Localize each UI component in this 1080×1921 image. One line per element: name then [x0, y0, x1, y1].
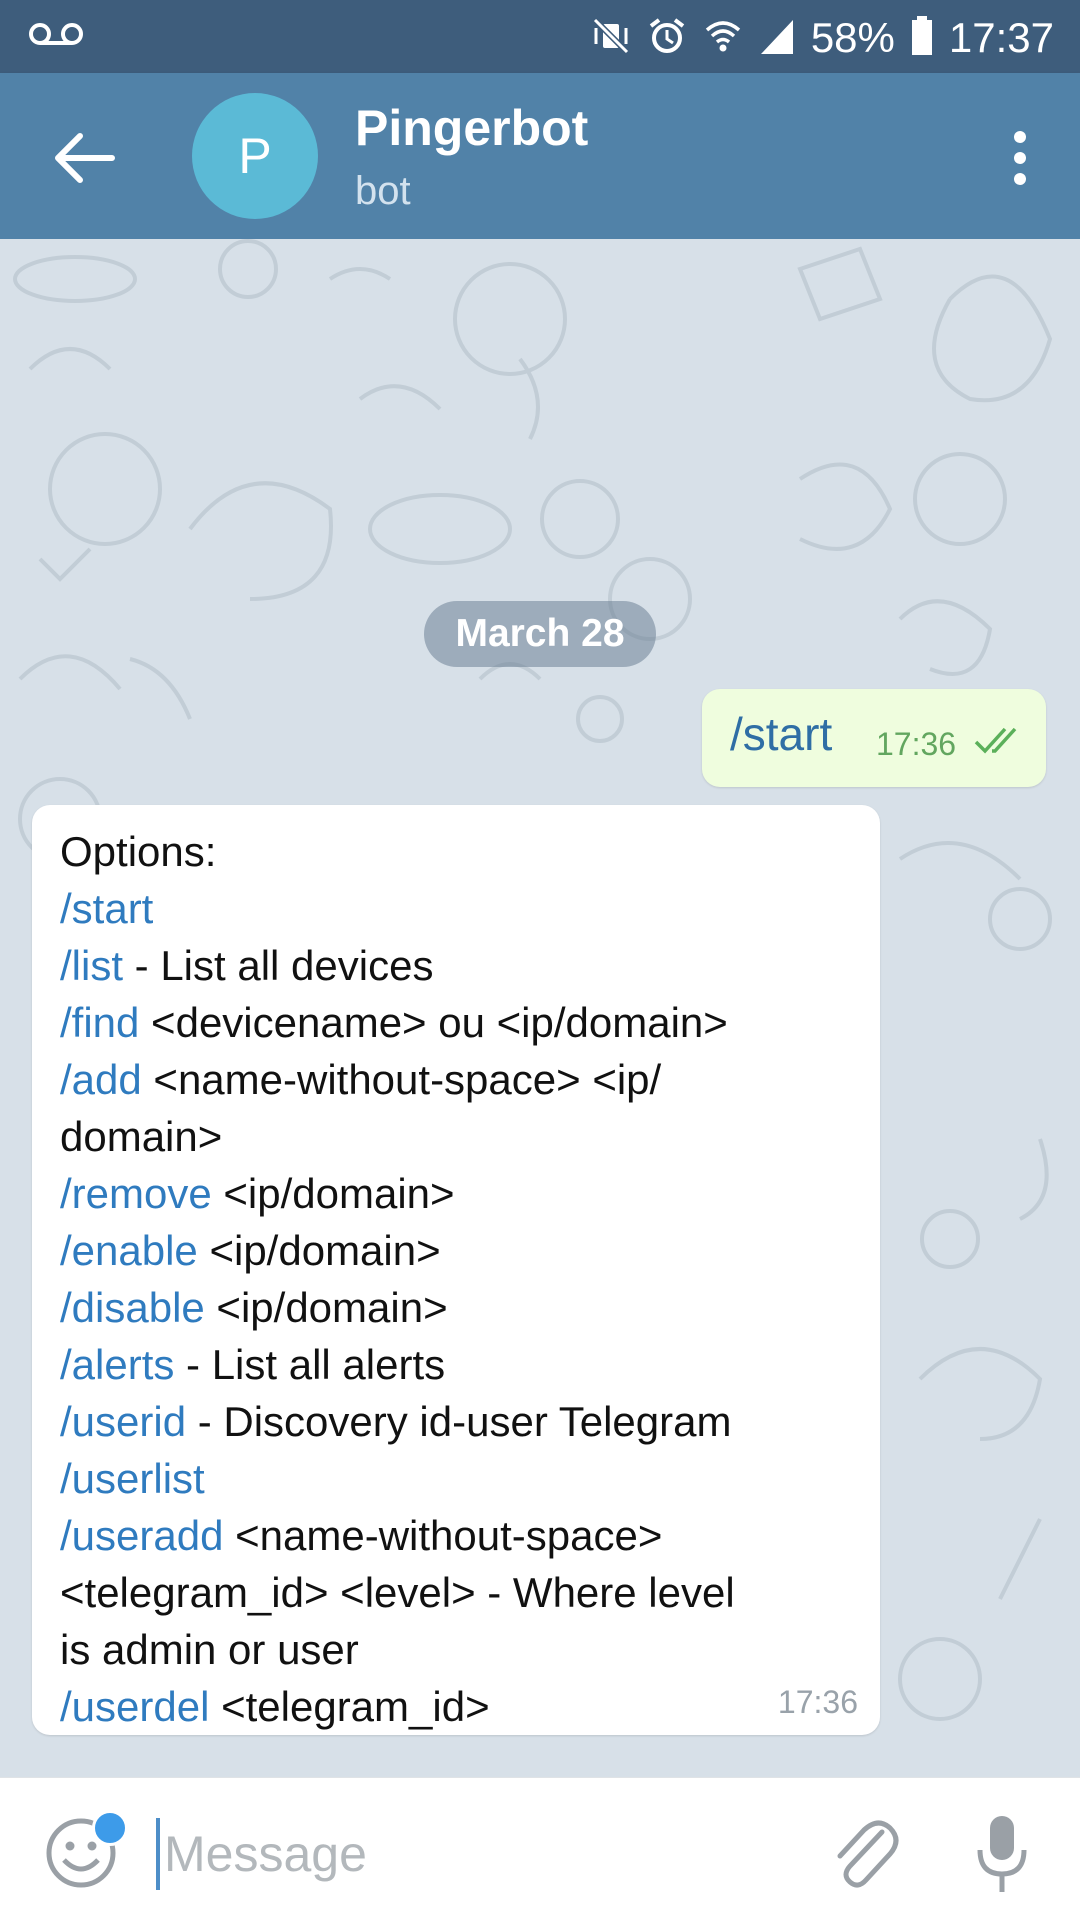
- message-line: /userdel <telegram_id>: [60, 1678, 860, 1735]
- message-line: /userlist: [60, 1450, 860, 1507]
- notification-dot: [92, 1810, 128, 1846]
- outgoing-message[interactable]: /start 17:36: [702, 689, 1046, 787]
- message-line: /enable <ip/domain>: [60, 1222, 860, 1279]
- chat-title[interactable]: Pingerbot: [355, 99, 588, 157]
- message-input[interactable]: [162, 1808, 766, 1900]
- compose-bar: [0, 1777, 1080, 1921]
- mute-vibrate-icon: [591, 16, 631, 61]
- status-bar: 58% 17:37: [0, 0, 1080, 73]
- message-line: /disable <ip/domain>: [60, 1279, 860, 1336]
- message-line: is admin or user: [60, 1621, 860, 1678]
- microphone-icon: [977, 1816, 1027, 1892]
- message-text: Options: /start/list - List all devices/f…: [60, 823, 860, 1735]
- line-text: <name-without-space> <ip/: [141, 1056, 662, 1103]
- bot-command-link[interactable]: /useradd: [60, 1512, 223, 1559]
- bot-command-link[interactable]: /start: [60, 885, 153, 932]
- arrow-left-icon: [55, 133, 115, 183]
- bot-command-link[interactable]: /enable: [60, 1227, 198, 1274]
- double-check-icon: [974, 726, 1024, 761]
- line-text: Options:: [60, 828, 217, 875]
- bot-command-link[interactable]: /list: [60, 942, 123, 989]
- chat-header: P Pingerbot bot: [0, 73, 1080, 239]
- line-text: domain>: [60, 1113, 223, 1160]
- bot-command-link[interactable]: /disable: [60, 1284, 205, 1331]
- chat-subtitle: bot: [355, 169, 411, 213]
- alarm-icon: [647, 16, 687, 61]
- line-text: <devicename> ou <ip/domain>: [139, 999, 728, 1046]
- message-line: domain>: [60, 1108, 860, 1165]
- message-line: /useradd <name-without-space>: [60, 1507, 860, 1564]
- date-separator: March 28: [424, 601, 656, 667]
- message-line: /userid - Discovery id-user Telegram: [60, 1393, 860, 1450]
- incoming-message[interactable]: Options: /start/list - List all devices/f…: [32, 805, 880, 1735]
- bot-command-link[interactable]: /userdel: [60, 1683, 209, 1730]
- more-vertical-icon: [1014, 131, 1026, 185]
- line-text: <telegram_id> <level> - Where level: [60, 1569, 735, 1616]
- bot-command-link[interactable]: /userlist: [60, 1455, 205, 1502]
- clock: 17:37: [948, 14, 1054, 61]
- text-cursor: [156, 1818, 160, 1890]
- line-text: <ip/domain>: [211, 1170, 455, 1217]
- line-text: - Discovery id-user Telegram: [186, 1398, 732, 1445]
- wifi-icon: [703, 16, 743, 61]
- bot-command-link[interactable]: /remove: [60, 1170, 212, 1217]
- bot-command-link[interactable]: /add: [60, 1056, 142, 1103]
- attach-button[interactable]: [828, 1814, 902, 1894]
- signal-icon: [759, 16, 795, 61]
- avatar[interactable]: P: [192, 93, 318, 219]
- message-line: /remove <ip/domain>: [60, 1165, 860, 1222]
- more-options-button[interactable]: [990, 123, 1050, 193]
- line-text: <telegram_id>: [209, 1683, 490, 1730]
- line-text: <name-without-space>: [223, 1512, 663, 1559]
- message-line: Options:: [60, 823, 860, 880]
- message-text: /start: [730, 708, 833, 760]
- message-time: 17:36: [876, 726, 957, 762]
- bot-command-link[interactable]: /alerts: [60, 1341, 174, 1388]
- paperclip-icon: [837, 1820, 899, 1888]
- voicemail-icon: [28, 20, 84, 53]
- message-line: /alerts - List all alerts: [60, 1336, 860, 1393]
- battery-icon: [911, 15, 933, 61]
- message-line: /add <name-without-space> <ip/: [60, 1051, 860, 1108]
- message-line: /list - List all devices: [60, 937, 860, 994]
- voice-message-button[interactable]: [974, 1812, 1030, 1896]
- line-text: <ip/domain>: [197, 1227, 441, 1274]
- message-line: /find <devicename> ou <ip/domain>: [60, 994, 860, 1051]
- battery-percent: 58%: [810, 14, 895, 61]
- message-list[interactable]: March 28 /start 17:36 Options: /start/lis…: [0, 239, 1080, 1777]
- message-time: 17:36: [777, 1684, 858, 1720]
- back-button[interactable]: [50, 128, 120, 188]
- line-text: - List all devices: [123, 942, 434, 989]
- message-line: /start: [60, 880, 860, 937]
- line-text: is admin or user: [60, 1626, 359, 1673]
- line-text: <ip/domain>: [204, 1284, 448, 1331]
- line-text: - List all alerts: [174, 1341, 446, 1388]
- bot-command-link[interactable]: /userid: [60, 1398, 186, 1445]
- message-line: <telegram_id> <level> - Where level: [60, 1564, 860, 1621]
- bot-command-link[interactable]: /find: [60, 999, 139, 1046]
